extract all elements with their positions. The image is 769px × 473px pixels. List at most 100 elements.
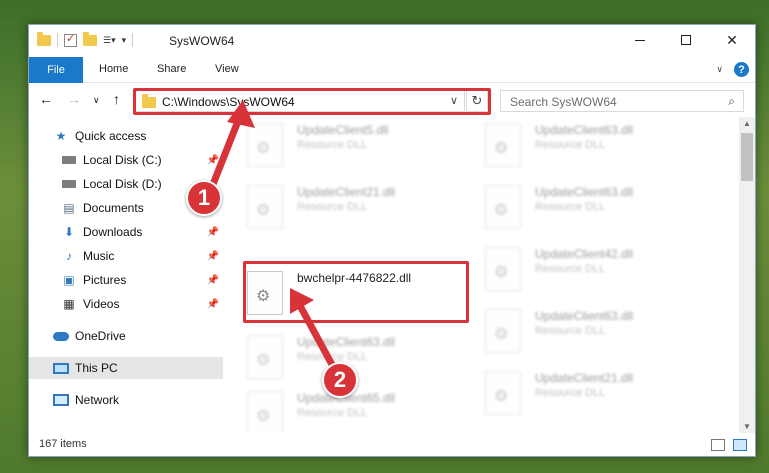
dll-file-icon: [485, 309, 521, 353]
sidebar-item-quick-access[interactable]: ★ Quick access: [29, 125, 223, 147]
file-name: UpdateClient5.dll: [297, 123, 389, 137]
dll-file-icon: [485, 371, 521, 415]
address-highlight-box: [133, 88, 491, 115]
sidebar-item-videos[interactable]: ▦ Videos 📌: [29, 293, 223, 315]
pin-icon[interactable]: 📌: [207, 251, 219, 262]
pin-icon[interactable]: 📌: [207, 299, 219, 310]
customize-toolbar-icon[interactable]: ☰▾: [103, 35, 116, 46]
download-icon: ⬇: [63, 225, 75, 239]
network-icon: [53, 393, 69, 407]
sidebar-item-this-pc[interactable]: This PC: [29, 357, 223, 379]
picture-icon: ▣: [63, 273, 75, 287]
properties-icon[interactable]: [64, 32, 77, 47]
file-description: Resource DLL: [535, 139, 606, 151]
back-button[interactable]: ←: [39, 91, 53, 107]
scroll-up-icon[interactable]: ▲: [743, 119, 751, 128]
file-name: UpdateClient63.dll: [535, 123, 634, 137]
sidebar-item-label: Pictures: [83, 273, 127, 287]
file-name: UpdateClient63.dll: [297, 335, 396, 349]
chevron-down-icon[interactable]: ▾: [122, 35, 127, 46]
tab-file[interactable]: File: [29, 57, 83, 83]
film-icon: ▦: [63, 297, 75, 311]
expand-ribbon-icon[interactable]: ∨: [716, 64, 723, 75]
file-name: UpdateClient63.dll: [535, 185, 634, 199]
tab-home[interactable]: Home: [99, 63, 128, 75]
window-controls: ✕: [617, 25, 755, 55]
file-name: UpdateClient21.dll: [297, 185, 396, 199]
dll-file-icon: [247, 185, 283, 229]
document-icon: ▤: [63, 201, 75, 215]
sidebar-item-label: Local Disk (D:): [83, 177, 162, 191]
sidebar-item-label: Videos: [83, 297, 120, 311]
sidebar-item-downloads[interactable]: ⬇ Downloads 📌: [29, 221, 223, 243]
maximize-icon: [681, 35, 691, 45]
file-description: Resource DLL: [297, 407, 368, 419]
toolbar-separator: [57, 33, 58, 47]
file-highlight-box: [243, 261, 469, 323]
recent-locations-button[interactable]: ∨: [93, 95, 100, 106]
maximize-button[interactable]: [663, 25, 709, 55]
sidebar-item-music[interactable]: ♪ Music 📌: [29, 245, 223, 267]
list-item[interactable]: UpdateClient63.dll Resource DLL: [479, 303, 705, 359]
pin-icon[interactable]: 📌: [207, 155, 219, 166]
new-folder-icon[interactable]: [83, 31, 97, 46]
tab-view[interactable]: View: [215, 63, 239, 75]
dll-file-icon: [247, 391, 283, 433]
scrollbar-thumb[interactable]: [741, 133, 753, 181]
close-icon: ✕: [726, 31, 738, 48]
details-view-icon[interactable]: [711, 439, 725, 451]
sidebar-item-label: Local Disk (C:): [83, 153, 162, 167]
step-2-badge: 2: [322, 362, 358, 398]
file-description: Resource DLL: [535, 325, 606, 337]
item-count: 167 items: [39, 438, 87, 450]
sidebar-item-label: This PC: [75, 361, 118, 375]
scroll-down-icon[interactable]: ▼: [743, 422, 751, 431]
sidebar-item-network[interactable]: Network: [29, 389, 223, 411]
list-item[interactable]: UpdateClient42.dll Resource DLL: [479, 241, 705, 297]
list-item[interactable]: UpdateClient63.dll Resource DLL: [479, 179, 705, 235]
address-row: ← → ∨ ↑ C:\Windows\SysWOW64 ∨ ↻ Search S…: [29, 84, 755, 116]
pin-icon[interactable]: 📌: [207, 275, 219, 286]
pin-icon[interactable]: 📌: [207, 227, 219, 238]
help-icon[interactable]: ?: [734, 62, 749, 77]
dll-file-icon: [247, 123, 283, 167]
sidebar-item-label: OneDrive: [75, 329, 126, 343]
sidebar-item-label: Quick access: [75, 129, 147, 143]
large-icons-view-icon[interactable]: [733, 439, 747, 451]
drive-icon: [61, 153, 77, 167]
dll-file-icon: [485, 247, 521, 291]
drive-icon: [61, 177, 77, 191]
sidebar-item-pictures[interactable]: ▣ Pictures 📌: [29, 269, 223, 291]
sidebar-item-onedrive[interactable]: OneDrive: [29, 325, 223, 347]
up-button[interactable]: ↑: [113, 91, 120, 107]
step-1-badge: 1: [186, 180, 222, 216]
star-icon: ★: [55, 129, 67, 143]
folder-icon: [37, 31, 51, 46]
sidebar-item-local-disk-c[interactable]: Local Disk (C:) 📌: [29, 149, 223, 171]
list-item[interactable]: UpdateClient21.dll Resource DLL: [241, 179, 467, 235]
quick-access-toolbar: ☰▾ ▾: [37, 31, 134, 47]
list-item[interactable]: UpdateClient65.dll Resource DLL: [241, 385, 467, 433]
music-icon: ♪: [66, 249, 72, 263]
computer-icon: [53, 361, 69, 375]
list-item[interactable]: UpdateClient63.dll Resource DLL: [479, 117, 705, 173]
vertical-scrollbar[interactable]: ▲ ▼: [739, 117, 755, 433]
file-description: Resource DLL: [297, 351, 368, 363]
dll-file-icon: [485, 185, 521, 229]
tab-share[interactable]: Share: [157, 63, 186, 75]
file-description: Resource DLL: [535, 263, 606, 275]
close-button[interactable]: ✕: [709, 25, 755, 55]
list-item[interactable]: UpdateClient21.dll Resource DLL: [479, 365, 705, 421]
file-description: Resource DLL: [535, 201, 606, 213]
sidebar-item-label: Downloads: [83, 225, 143, 239]
dll-file-icon: [485, 123, 521, 167]
sidebar-item-label: Documents: [83, 201, 144, 215]
title-bar: ☰▾ ▾ SysWOW64 ✕: [29, 25, 755, 57]
list-item[interactable]: UpdateClient5.dll Resource DLL: [241, 117, 467, 173]
file-description: Resource DLL: [297, 201, 368, 213]
search-input[interactable]: Search SysWOW64 ⌕: [500, 90, 744, 112]
forward-button[interactable]: →: [67, 91, 81, 107]
minimize-button[interactable]: [617, 25, 663, 55]
file-description: Resource DLL: [297, 139, 368, 151]
dll-file-icon: [247, 335, 283, 379]
